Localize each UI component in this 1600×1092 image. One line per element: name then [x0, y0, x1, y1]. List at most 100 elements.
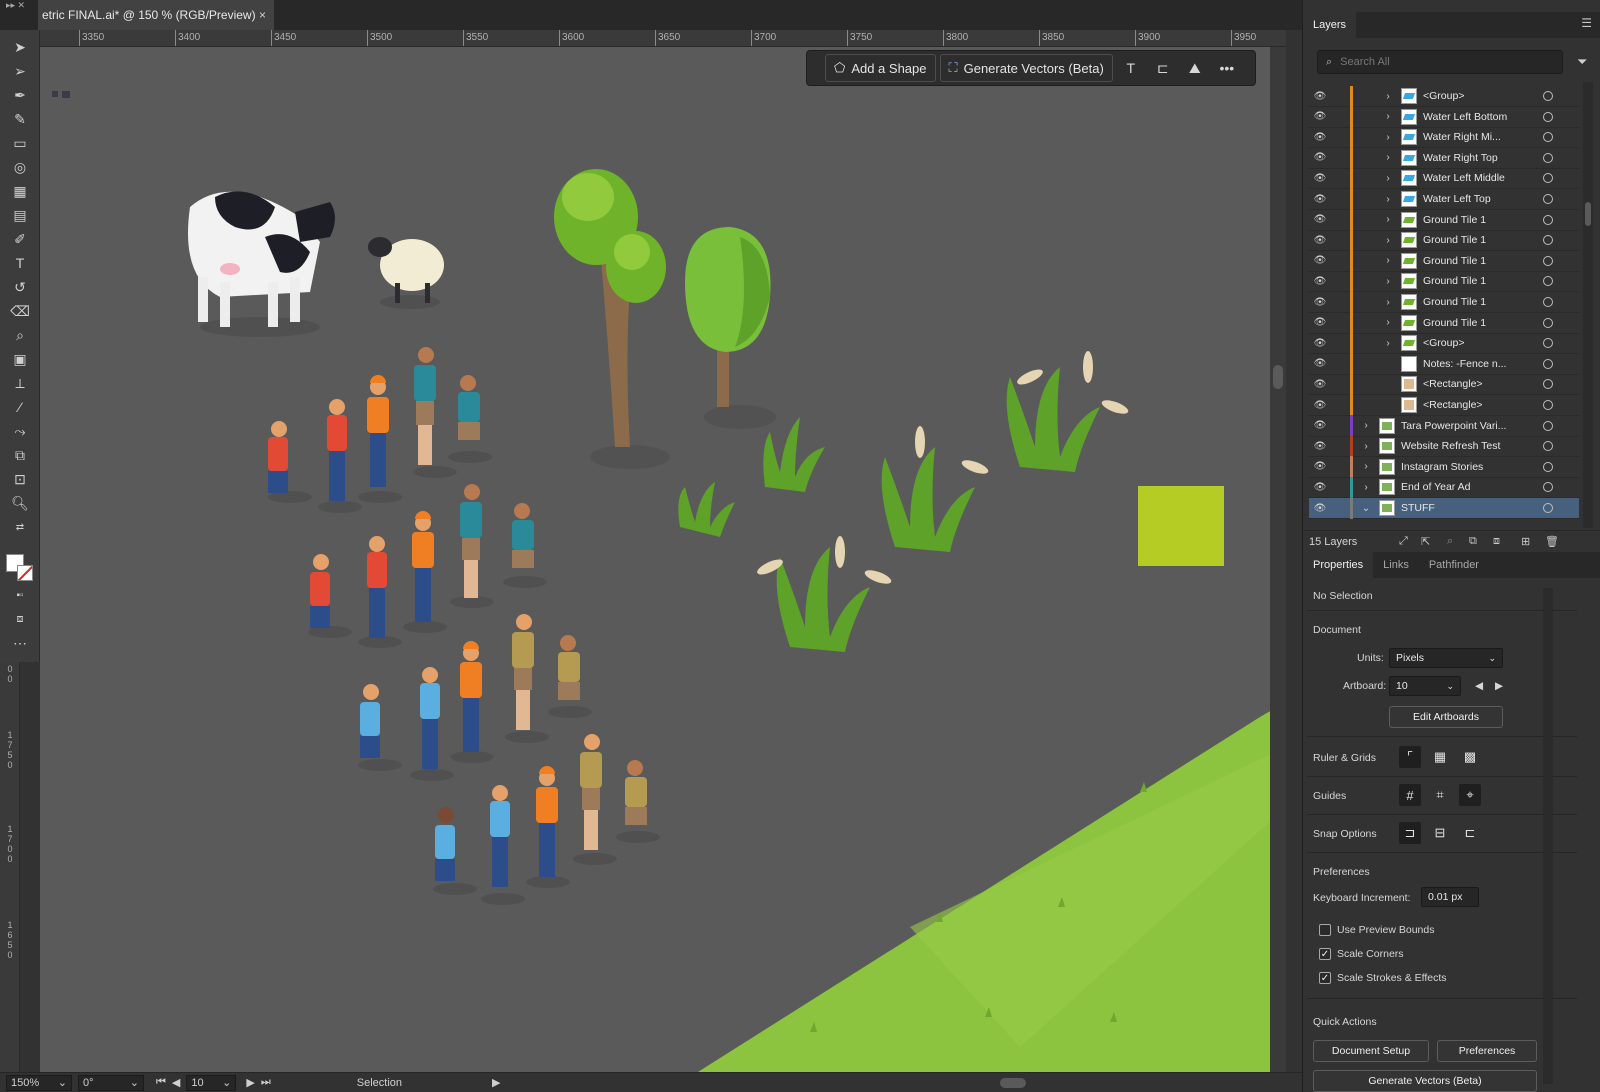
scale-strokes-row[interactable]: ✓ Scale Strokes & Effects	[1319, 972, 1447, 984]
expand-chevron-icon[interactable]: ›	[1383, 297, 1393, 308]
preferences-button[interactable]: Preferences	[1437, 1040, 1537, 1062]
zoom-tool-icon[interactable]: 🔍︎	[9, 492, 31, 514]
layer-row[interactable]: 👁︎ Notes: -Fence n...	[1309, 353, 1579, 375]
target-circle-icon[interactable]	[1543, 173, 1553, 184]
target-circle-icon[interactable]	[1543, 235, 1553, 246]
vertical-ruler[interactable]: 00 1750 1700 1650	[0, 662, 20, 1077]
layer-row[interactable]: 👁︎ › Water Left Bottom	[1309, 106, 1579, 128]
scale-corners-checkbox[interactable]: ✓	[1319, 948, 1331, 960]
last-artboard-icon[interactable]: ⏭	[261, 1076, 271, 1089]
visibility-eye-icon[interactable]: 👁︎	[1313, 400, 1327, 411]
transparency-grid-icon[interactable]: ▩	[1459, 746, 1481, 768]
expand-chevron-icon[interactable]: ›	[1383, 214, 1393, 225]
expand-chevron-icon[interactable]: ›	[1383, 255, 1393, 266]
target-circle-icon[interactable]	[1543, 91, 1553, 101]
visibility-eye-icon[interactable]: 👁︎	[1313, 111, 1327, 122]
scale-strokes-checkbox[interactable]: ✓	[1319, 972, 1331, 984]
rotation-select[interactable]: 0° ⌄	[78, 1074, 144, 1091]
layer-row-top[interactable]: 👁︎ ⌄ STUFF	[1309, 497, 1579, 519]
artboard-tool-icon[interactable]: ⊡	[9, 468, 31, 490]
expand-chevron-icon[interactable]: ›	[1383, 338, 1393, 349]
target-circle-icon[interactable]	[1543, 214, 1553, 225]
first-artboard-icon[interactable]: ⏮	[156, 1076, 166, 1089]
expand-chevron-icon[interactable]: ›	[1383, 317, 1393, 328]
snap-to-glyph-icon[interactable]: ⊏	[1459, 822, 1481, 844]
layers-scroll-thumb[interactable]	[1585, 202, 1591, 226]
layer-row[interactable]: 👁︎ › Water Left Middle	[1309, 167, 1579, 190]
expand-chevron-icon[interactable]: ›	[1361, 441, 1371, 452]
eyedropper-tool-icon[interactable]: ⁄	[9, 396, 31, 418]
edit-toolbar-icon[interactable]: ⋯	[9, 632, 31, 654]
visibility-eye-icon[interactable]: 👁︎	[1313, 214, 1327, 225]
expand-chevron-icon[interactable]: ›	[1383, 132, 1393, 143]
visibility-eye-icon[interactable]: 👁︎	[1313, 379, 1327, 390]
layer-row[interactable]: 👁︎ › Water Right Top	[1309, 147, 1579, 169]
visibility-eye-icon[interactable]: 👁︎	[1313, 194, 1327, 205]
layer-row[interactable]: 👁︎ › Water Right Mi...	[1309, 126, 1579, 149]
next-artboard-arrow-icon[interactable]: ▶	[1495, 680, 1503, 692]
tab-links[interactable]: Links	[1373, 552, 1419, 578]
curvature-tool-icon[interactable]: ✎	[9, 108, 31, 130]
expand-chevron-icon[interactable]: ›	[1383, 235, 1393, 246]
canvas-scroll-thumb[interactable]	[1273, 365, 1283, 389]
more-options-icon[interactable]: •••	[1213, 54, 1241, 82]
visibility-eye-icon[interactable]: 👁︎	[1313, 482, 1327, 493]
visibility-eye-icon[interactable]: 👁︎	[1313, 91, 1327, 102]
export-icon[interactable]: ⇱	[1421, 535, 1430, 548]
snap-to-pixel-icon[interactable]: ⊟	[1429, 822, 1451, 844]
close-tab-icon[interactable]: ×	[259, 8, 266, 22]
locate-object-icon[interactable]: ⌕	[1447, 535, 1453, 548]
layer-row-top[interactable]: 👁︎ › Website Refresh Test	[1309, 435, 1579, 458]
expand-chevron-icon[interactable]: ›	[1383, 173, 1393, 184]
target-circle-icon[interactable]	[1543, 276, 1553, 287]
layer-row[interactable]: 👁︎ › Ground Tile 1	[1309, 270, 1579, 293]
collect-for-export-icon[interactable]: ⤢	[1399, 535, 1408, 548]
artboard-canvas[interactable]	[40, 47, 1286, 1077]
target-circle-icon[interactable]	[1543, 441, 1553, 452]
canvas-horizontal-scrollbar[interactable]	[520, 1077, 1280, 1089]
rotate-tool-icon[interactable]: ↺	[9, 276, 31, 298]
lock-guides-icon[interactable]: ⌗	[1429, 784, 1451, 806]
visibility-eye-icon[interactable]: 👁︎	[1313, 152, 1327, 163]
use-preview-bounds-row[interactable]: Use Preview Bounds	[1319, 924, 1434, 936]
visibility-eye-icon[interactable]: 👁︎	[1313, 276, 1327, 287]
visibility-eye-icon[interactable]: 👁︎	[1313, 441, 1327, 452]
expand-chevron-icon[interactable]: ›	[1383, 152, 1393, 163]
status-arrow-icon[interactable]: ▶	[492, 1076, 500, 1089]
new-sublayer-icon[interactable]: ⧈	[1493, 535, 1500, 548]
expand-chevron-icon[interactable]: ›	[1383, 91, 1393, 102]
layer-row-top[interactable]: 👁︎ › End of Year Ad	[1309, 476, 1579, 499]
delete-layer-icon[interactable]: 🗑︎	[1545, 535, 1559, 548]
artboard-navigator[interactable]: 10 ⌄	[186, 1074, 237, 1091]
edit-artboards-button[interactable]: Edit Artboards	[1389, 706, 1503, 728]
previous-artboard-icon[interactable]: ◀	[172, 1076, 180, 1089]
blend-tool-icon[interactable]: ⤳	[9, 420, 31, 442]
target-circle-icon[interactable]	[1543, 503, 1553, 513]
tab-layers[interactable]: Layers	[1303, 12, 1357, 38]
previous-artboard-arrow-icon[interactable]: ◀	[1475, 680, 1483, 692]
expand-chevron-icon[interactable]: ›	[1361, 461, 1371, 472]
layer-row[interactable]: 👁︎ › Water Left Top	[1309, 188, 1579, 210]
generate-vectors-button[interactable]: ⛶ Generate Vectors (Beta)	[939, 54, 1113, 82]
target-circle-icon[interactable]	[1543, 358, 1553, 369]
shape-builder-tool-icon[interactable]: ⧉	[9, 444, 31, 466]
layer-row[interactable]: 👁︎ <Rectangle>	[1309, 394, 1579, 416]
window-controls[interactable]: ▸▸ ✕	[6, 0, 25, 11]
swap-colors-icon[interactable]: ⇄	[9, 516, 31, 538]
eraser-tool-icon[interactable]: ⌫	[9, 300, 31, 322]
target-circle-icon[interactable]	[1543, 338, 1553, 349]
smart-guides-icon[interactable]: ⌖	[1459, 784, 1481, 806]
document-setup-button[interactable]: Document Setup	[1313, 1040, 1429, 1062]
filter-icon[interactable]: ⏷	[1577, 54, 1587, 70]
tab-properties[interactable]: Properties	[1303, 552, 1374, 578]
target-circle-icon[interactable]	[1543, 111, 1553, 122]
use-preview-bounds-checkbox[interactable]	[1319, 924, 1331, 936]
visibility-eye-icon[interactable]: 👁︎	[1313, 503, 1327, 514]
layer-row[interactable]: 👁︎ › <Group>	[1309, 85, 1579, 107]
ruler-icon[interactable]: ⌜	[1399, 746, 1421, 768]
scale-corners-row[interactable]: ✓ Scale Corners	[1319, 948, 1404, 960]
graph-tool-icon[interactable]: ▤	[9, 204, 31, 226]
snap-to-point-icon[interactable]: ⊐	[1399, 822, 1421, 844]
grid-icon[interactable]: ▦	[1429, 746, 1451, 768]
pen-tool-icon[interactable]: ✒	[9, 84, 31, 106]
